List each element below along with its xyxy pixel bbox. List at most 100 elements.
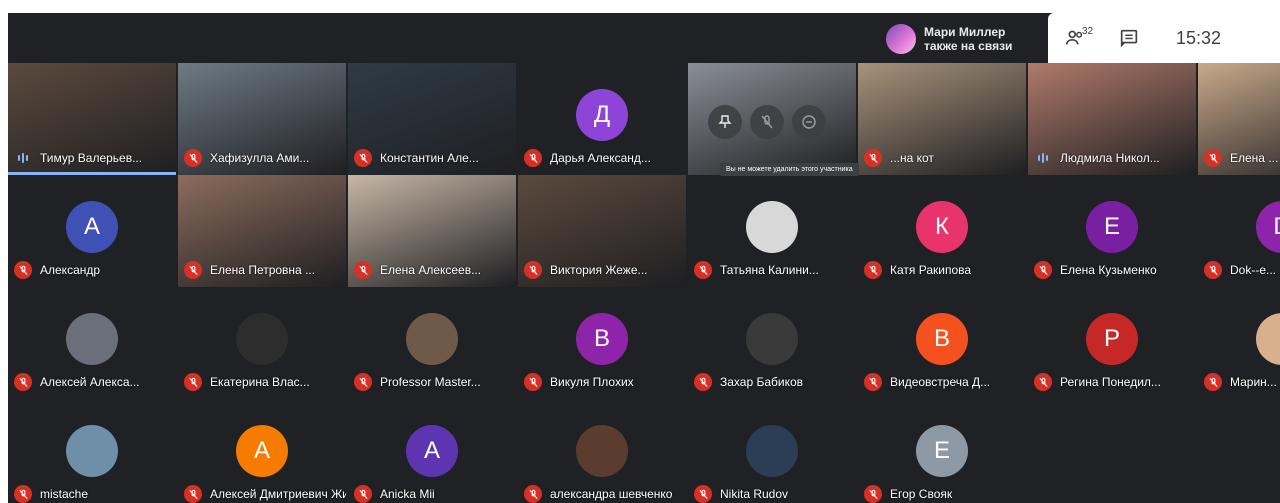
mic-off-icon [694, 261, 712, 279]
avatar-initial: Е [933, 437, 950, 464]
presenter-indicator[interactable]: Мари Миллер также на связи [880, 18, 1040, 60]
mic-off-icon [1204, 261, 1222, 279]
top-bar: Мари Миллер также на связи 32 15:32 [8, 13, 1280, 63]
mic-off-icon [524, 261, 542, 279]
participant-name-text: Елена Петровна ... [210, 263, 316, 277]
participant-name-text: Захар Бабиков [720, 375, 804, 389]
participants-button[interactable]: 32 [1048, 18, 1102, 58]
participant-tile[interactable]: Татьяна Калини... [688, 175, 856, 287]
participant-name: Катя Ракипова [864, 261, 971, 279]
participant-tile[interactable]: А Алексей Дмитриевич Жи... [178, 399, 346, 503]
participant-tile[interactable]: ...на кот [858, 63, 1026, 175]
participant-tile[interactable]: Елена Алексеев... [348, 175, 516, 287]
participant-tile[interactable]: Елена ... [1198, 63, 1280, 175]
participant-tile[interactable]: D Dok--e... [1198, 175, 1280, 287]
participant-name: Anicka Mii [354, 485, 435, 503]
participant-tile[interactable]: александра шевченко [518, 399, 686, 503]
participant-name-text: Елена Кузьменко [1060, 263, 1157, 277]
clock: 15:32 [1176, 27, 1222, 48]
mic-off-icon [864, 149, 882, 167]
participant-tile[interactable]: Е Елена Кузьменко [1028, 175, 1196, 287]
participant-tile[interactable]: В Викуля Плохих [518, 287, 686, 399]
chat-button[interactable] [1102, 18, 1156, 58]
avatar-photo [746, 425, 798, 477]
meeting-stage: Мари Миллер также на связи 32 15:32 Тиму… [8, 13, 1280, 503]
participant-tile[interactable]: Р Регина Понедил... [1028, 287, 1196, 399]
avatar-photo [746, 201, 798, 253]
avatar: К [916, 201, 968, 253]
participant-name: Елена Кузьменко [1034, 261, 1157, 279]
top-right-panel: 32 15:32 [1048, 13, 1280, 63]
participant-name-text: Константин Але... [380, 151, 479, 165]
participant-tile[interactable]: Хафизулла Ами... [178, 63, 346, 175]
participant-name: Елена Петровна ... [184, 261, 315, 279]
avatar: D [1256, 201, 1280, 253]
participant-name-text: александра шевченко [550, 487, 673, 501]
participant-tile[interactable]: Е Егор Свояк [858, 399, 1026, 503]
participant-name-text: Катя Ракипова [890, 263, 972, 277]
participant-tile[interactable]: Захар Бабиков [688, 287, 856, 399]
mic-off-icon [864, 261, 882, 279]
participant-name-text: Dok--e... [1230, 263, 1277, 277]
participant-name-text: Екатерина Влас... [210, 375, 310, 389]
participant-name-text: Татьяна Калини... [720, 263, 819, 277]
mic-off-icon [354, 373, 372, 391]
participant-name: Татьяна Калини... [694, 261, 819, 279]
avatar-initial: А [423, 437, 440, 464]
participant-name-text: Алексей Дмитриевич Жи... [210, 487, 346, 501]
pin-button[interactable] [708, 105, 742, 139]
participant-tile[interactable]: Д Дарья Александ... [518, 63, 686, 175]
mic-off-icon [184, 373, 202, 391]
participant-tile[interactable]: Алексей Алекса... [8, 287, 176, 399]
participant-tile[interactable]: А Anicka Mii [348, 399, 516, 503]
participant-name-text: Professor Master... [380, 375, 481, 389]
participant-tile[interactable]: Константин Але... [348, 63, 516, 175]
avatar-initial: Р [1103, 325, 1120, 352]
participant-tile[interactable]: Елена Петровна ... [178, 175, 346, 287]
participant-name-text: Тимур Валерьев... [40, 151, 143, 165]
participant-name: александра шевченко [524, 485, 672, 503]
participant-name-text: Anicka Mii [380, 487, 435, 501]
participant-name-text: Елена Алексеев... [380, 263, 482, 277]
avatar: Д [576, 89, 628, 141]
participant-tile[interactable]: Professor Master... [348, 287, 516, 399]
participant-tile[interactable]: Екатерина Влас... [178, 287, 346, 399]
avatar-initial: В [933, 325, 950, 352]
participant-tile[interactable]: В Видеовстреча Д... [858, 287, 1026, 399]
participant-name: Nikita Rudov [694, 485, 788, 503]
remove-button[interactable] [792, 105, 826, 139]
participant-tile[interactable]: Марин... [1198, 287, 1280, 399]
participant-tile[interactable]: Тимур Валерьев... [8, 63, 176, 175]
avatar: Р [1086, 313, 1138, 365]
presenter-name: Мари Миллер [924, 25, 1006, 39]
avatar-initial: Е [1103, 213, 1120, 240]
participant-tile[interactable]: Людмила Никол... [1028, 63, 1196, 175]
avatar-photo [236, 313, 288, 365]
mic-off-icon [1204, 149, 1222, 167]
avatar-initial: D [1273, 213, 1280, 241]
mic-off-icon [354, 149, 372, 167]
participant-name-text: mistache [40, 487, 89, 501]
participant-name: Константин Але... [354, 149, 479, 167]
participant-name-text: Егор Свояк [890, 487, 953, 501]
avatar: В [576, 313, 628, 365]
participant-tile[interactable]: Виктория Жеже... [518, 175, 686, 287]
participant-name: Екатерина Влас... [184, 373, 310, 391]
participant-name: Виктория Жеже... [524, 261, 648, 279]
participant-name: Хафизулла Ами... [184, 149, 309, 167]
speaking-icon [14, 149, 32, 167]
participant-name: Dok--e... [1204, 261, 1276, 279]
remove-tooltip: Вы не можете удалить этого участника [720, 163, 859, 176]
participant-grid: Тимур Валерьев... Хафизулла Ами... Констан… [8, 63, 1280, 503]
participant-tile[interactable]: mistache [8, 399, 176, 503]
participant-name-text: ...на кот [890, 151, 934, 165]
avatar-initial: А [83, 213, 100, 240]
mute-button[interactable] [750, 105, 784, 139]
participant-tile[interactable]: А Александр [8, 175, 176, 287]
participant-tile[interactable]: К Катя Ракипова [858, 175, 1026, 287]
mic-off-icon [14, 261, 32, 279]
mic-off-icon [1034, 261, 1052, 279]
participant-name-text: Викуля Плохих [550, 375, 634, 389]
participant-tile[interactable]: Nikita Rudov [688, 399, 856, 503]
participant-name-text: Елена ... [1230, 151, 1279, 165]
